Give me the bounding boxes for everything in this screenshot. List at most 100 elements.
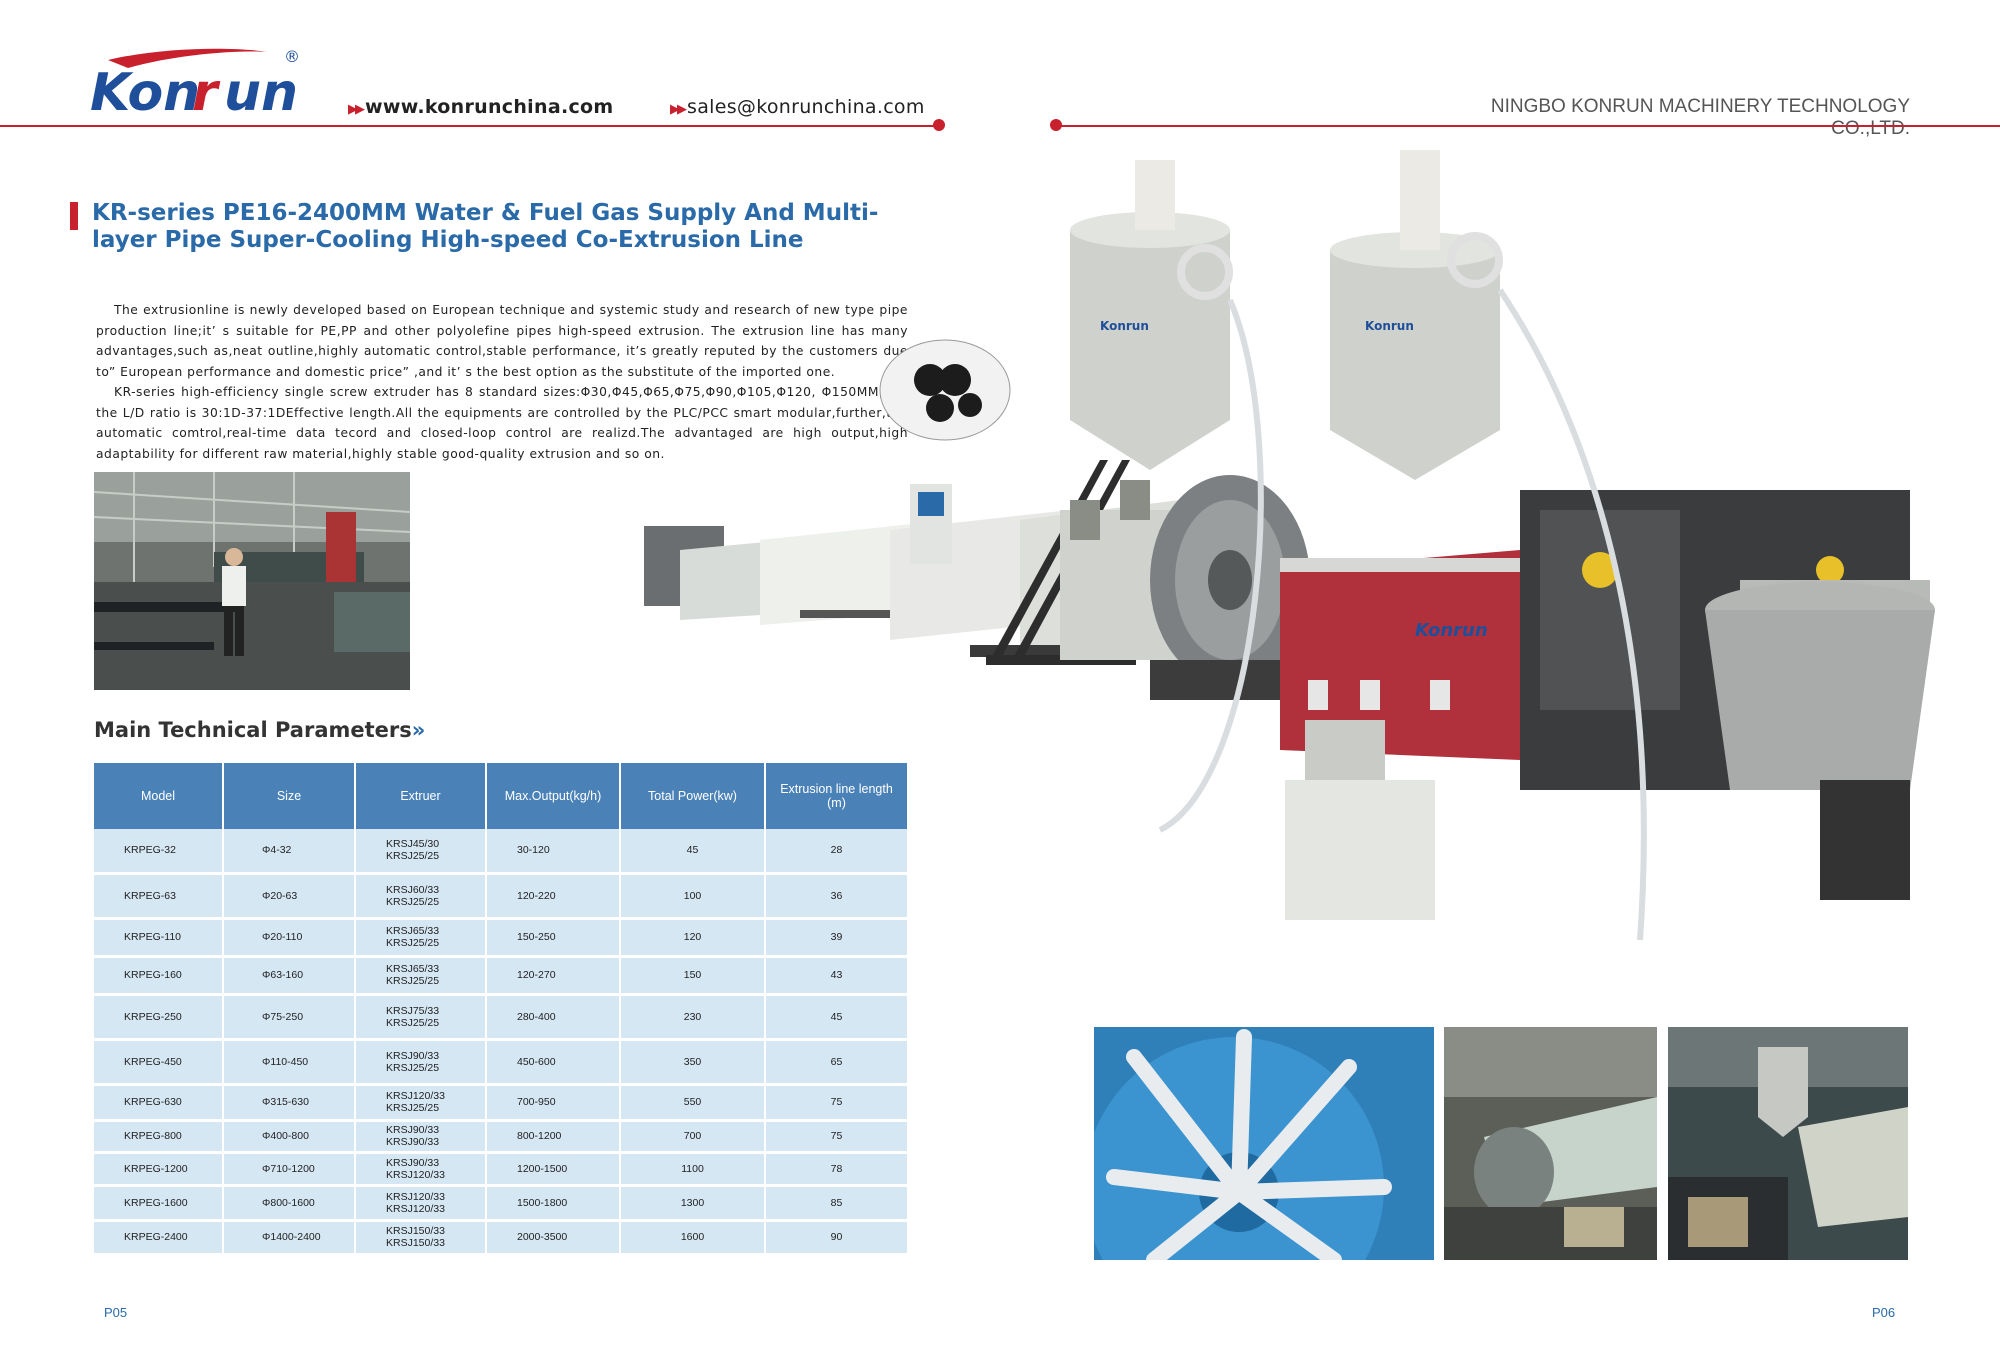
cell-size: Φ315-630 — [223, 1084, 356, 1122]
cell-extruder: KRSJ75/33 KRSJ25/25 — [355, 994, 487, 1041]
svg-text:®: ® — [284, 47, 300, 66]
svg-text:un: un — [224, 63, 298, 123]
cell-power: 550 — [620, 1084, 766, 1122]
title-accent-bar — [70, 202, 78, 230]
cell-power: 230 — [620, 994, 766, 1041]
cell-output: 30-120 — [486, 829, 621, 875]
cell-output: 1500-1800 — [486, 1185, 621, 1222]
email-link[interactable]: ▶▶ sales@konrunchina.com — [670, 96, 925, 118]
cell-size: Φ63-160 — [223, 956, 356, 996]
website-link[interactable]: ▶▶ www.konrunchina.com — [348, 96, 613, 118]
cell-extruder: KRSJ65/33 KRSJ25/25 — [355, 918, 487, 958]
col-header-size: Size — [223, 763, 356, 829]
cell-extruder-main: KRSJ45/30 — [386, 838, 440, 851]
svg-text:Konrun: Konrun — [1415, 620, 1488, 641]
workshop-photo-1 — [1444, 1027, 1657, 1260]
konrun-logo: Kon r un ® — [90, 47, 300, 123]
cell-extruder-main: KRSJ65/33 — [386, 963, 440, 975]
cell-size: Φ400-800 — [223, 1120, 356, 1154]
header-rule-right — [1057, 125, 2000, 127]
cell-extruder-co: KRSJ120/33 — [386, 1168, 445, 1181]
header-dot-left — [933, 119, 945, 131]
workshop-photo-2 — [1668, 1027, 1908, 1260]
table-row: KRPEG-630 Φ315-630 KRSJ120/33 KRSJ25/25 7… — [94, 1084, 907, 1122]
cell-size: Φ800-1600 — [223, 1185, 356, 1222]
cell-extruder-main: KRSJ90/33 — [386, 1156, 440, 1169]
cell-extruder: KRSJ150/33 KRSJ150/33 — [355, 1220, 487, 1256]
cell-model: KRPEG-1200 — [94, 1152, 224, 1187]
col-header-output: Max.Output(kg/h) — [486, 763, 621, 829]
table-row: KRPEG-2400 Φ1400-2400 KRSJ150/33 KRSJ150/… — [94, 1220, 907, 1256]
factory-photo — [94, 472, 410, 690]
cell-model: KRPEG-800 — [94, 1120, 224, 1154]
cell-length: 90 — [765, 1220, 907, 1256]
cell-model: KRPEG-32 — [94, 829, 224, 875]
cell-power: 1100 — [620, 1152, 766, 1187]
cell-extruder: KRSJ60/33 KRSJ25/25 — [355, 873, 487, 920]
cell-size: Φ1400-2400 — [223, 1220, 356, 1256]
cell-extruder-co: KRSJ25/25 — [386, 1016, 440, 1029]
cell-extruder-main: KRSJ75/33 — [386, 1004, 440, 1017]
cell-length: 75 — [765, 1120, 907, 1154]
params-heading-text: Main Technical Parameters — [94, 718, 412, 742]
table-row: KRPEG-1600 Φ800-1600 KRSJ120/33 KRSJ120/3… — [94, 1185, 907, 1222]
arrow-icon: ▶▶ — [670, 102, 687, 117]
cell-output: 120-220 — [486, 873, 621, 920]
cell-model: KRPEG-450 — [94, 1039, 224, 1086]
cell-extruder-co: KRSJ25/25 — [386, 937, 440, 949]
cell-model: KRPEG-160 — [94, 956, 224, 996]
cell-model: KRPEG-630 — [94, 1084, 224, 1122]
cell-extruder-co: KRSJ25/25 — [386, 895, 440, 908]
cell-extruder-co: KRSJ25/25 — [386, 850, 440, 863]
cell-output: 700-950 — [486, 1084, 621, 1122]
params-heading: Main Technical Parameters» — [94, 718, 425, 742]
svg-text:Konrun: Konrun — [1365, 319, 1414, 333]
cell-model: KRPEG-110 — [94, 918, 224, 958]
cooling-tank-photo — [1094, 1027, 1434, 1260]
cell-length: 65 — [765, 1039, 907, 1086]
extrusion-line-illustration: Konrun Konrun Konrun — [644, 150, 1935, 941]
cell-output: 800-1200 — [486, 1120, 621, 1154]
svg-text:Konrun: Konrun — [1100, 319, 1149, 333]
cell-length: 45 — [765, 994, 907, 1041]
table-row: KRPEG-1200 Φ710-1200 KRSJ90/33 KRSJ120/33… — [94, 1152, 907, 1187]
cell-length: 75 — [765, 1084, 907, 1122]
cell-extruder-co: KRSJ25/25 — [386, 975, 440, 987]
header-dot-right — [1050, 119, 1062, 131]
cell-extruder-main: KRSJ120/33 — [386, 1190, 445, 1203]
page-number-right: P06 — [1872, 1305, 1896, 1320]
cell-model: KRPEG-1600 — [94, 1185, 224, 1222]
cell-power: 350 — [620, 1039, 766, 1086]
cell-extruder-main: KRSJ120/33 — [386, 1090, 445, 1102]
cell-extruder-main: KRSJ90/33 — [386, 1049, 440, 1062]
cell-extruder: KRSJ45/30 KRSJ25/25 — [355, 829, 487, 875]
cell-size: Φ20-63 — [223, 873, 356, 920]
cell-power: 1600 — [620, 1220, 766, 1256]
arrow-icon: ▶▶ — [348, 102, 365, 117]
table-row: KRPEG-450 Φ110-450 KRSJ90/33 KRSJ25/25 45… — [94, 1039, 907, 1086]
cell-extruder: KRSJ120/33 KRSJ25/25 — [355, 1084, 487, 1122]
cell-size: Φ710-1200 — [223, 1152, 356, 1187]
cell-output: 280-400 — [486, 994, 621, 1041]
cell-size: Φ20-110 — [223, 918, 356, 958]
cell-extruder-co: KRSJ120/33 — [386, 1202, 445, 1215]
cell-extruder-main: KRSJ90/33 — [386, 1124, 440, 1136]
cell-extruder-main: KRSJ65/33 — [386, 925, 440, 937]
cell-extruder-main: KRSJ150/33 — [386, 1225, 445, 1237]
cell-extruder: KRSJ90/33 KRSJ25/25 — [355, 1039, 487, 1086]
table-row: KRPEG-800 Φ400-800 KRSJ90/33 KRSJ90/33 80… — [94, 1120, 907, 1154]
cell-extruder-co: KRSJ90/33 — [386, 1136, 440, 1148]
email-text: sales@konrunchina.com — [687, 96, 925, 118]
double-chevron-icon: » — [411, 718, 426, 742]
cell-model: KRPEG-250 — [94, 994, 224, 1041]
cell-size: Φ4-32 — [223, 829, 356, 875]
col-header-extruder: Extruer — [355, 763, 487, 829]
website-text: www.konrunchina.com — [365, 96, 614, 118]
svg-text:r: r — [192, 63, 221, 123]
cell-extruder-co: KRSJ25/25 — [386, 1102, 440, 1114]
page-number-left: P05 — [104, 1305, 128, 1320]
cell-extruder-main: KRSJ60/33 — [386, 883, 440, 896]
cell-extruder: KRSJ90/33 KRSJ120/33 — [355, 1152, 487, 1187]
cell-model: KRPEG-2400 — [94, 1220, 224, 1256]
cell-model: KRPEG-63 — [94, 873, 224, 920]
